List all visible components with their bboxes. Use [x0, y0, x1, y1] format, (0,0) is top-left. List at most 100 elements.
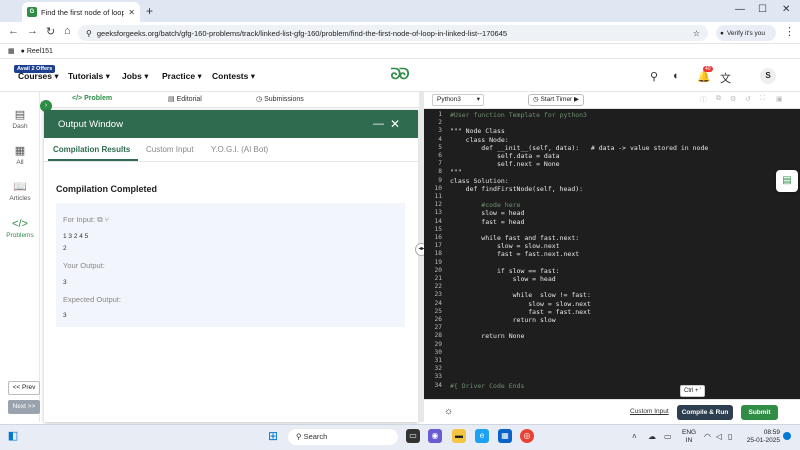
fullscreen-icon[interactable]: ⛶ — [760, 95, 765, 103]
code-line: slow = slow.next — [450, 242, 560, 251]
rail-item-all[interactable]: ▦ All — [0, 144, 40, 166]
verify-button[interactable]: ● Verify it's you — [716, 25, 776, 41]
bookmark-star-icon[interactable]: ☆ — [693, 29, 700, 38]
meet-icon[interactable]: ◉ — [428, 429, 442, 443]
tab-compilation-results[interactable]: Compilation Results — [53, 145, 130, 154]
code-line: class Node: — [450, 135, 509, 144]
nav-contests[interactable]: Contests ▾ — [212, 71, 255, 82]
language-select[interactable]: Python3 ▾ — [432, 94, 484, 106]
layout-icon[interactable]: ▣ — [776, 95, 783, 103]
wifi-icon[interactable]: ◠ — [704, 432, 711, 441]
copy-code-icon[interactable]: ⧉ — [716, 95, 721, 103]
line-number: 27 — [434, 324, 442, 332]
line-number: 11 — [434, 193, 442, 200]
tab-yogi-ai-bot[interactable]: Y.O.G.I. (AI Bot) — [211, 145, 268, 154]
store-icon[interactable]: ▦ — [498, 429, 512, 443]
home-icon[interactable]: ⌂ — [64, 25, 71, 37]
tab-editorial[interactable]: ▤ Editorial — [168, 95, 202, 103]
url-input[interactable]: ⚲ geeksforgeeks.org/batch/gfg-160-proble… — [78, 25, 708, 41]
nav-courses[interactable]: Courses ▾ — [18, 71, 59, 82]
tab-problem[interactable]: </> Problem — [72, 95, 112, 102]
start-timer-button[interactable]: ◷ Start Timer ▶ — [528, 94, 584, 106]
next-button[interactable]: Next >> — [8, 400, 40, 414]
input-line-1: 1 3 2 4 5 — [63, 233, 89, 240]
reset-icon[interactable]: ↺ — [745, 95, 751, 103]
notification-count: 40 — [703, 66, 713, 72]
desktop-widget-icon[interactable]: ◧ — [6, 429, 20, 443]
code-line: self.data = data — [450, 152, 560, 160]
compile-run-button[interactable]: Compile & Run — [677, 405, 733, 420]
clock-icon: ◷ — [532, 96, 539, 103]
line-number: 8 — [438, 168, 442, 176]
verify-label: Verify it's you — [726, 29, 766, 37]
gfg-logo[interactable]: ᘐᘐ — [382, 66, 416, 84]
windows-start-icon[interactable]: ⊞ — [266, 429, 280, 443]
branch-icon[interactable]: ⑂ — [105, 215, 110, 224]
copy-icon[interactable]: ⧉ — [97, 215, 102, 224]
rail-item-dash[interactable]: ▤ Dash — [0, 108, 40, 130]
submit-button[interactable]: Submit — [741, 405, 778, 420]
nav-tutorials[interactable]: Tutorials ▾ — [68, 71, 110, 82]
language-icon[interactable]: 文 — [720, 70, 731, 86]
line-number: 5 — [438, 143, 442, 151]
theme-toggle-icon[interactable]: ☼ — [444, 406, 453, 417]
chevron-up-icon[interactable]: ˄ — [632, 432, 637, 441]
nav-jobs[interactable]: Jobs ▾ — [122, 71, 148, 82]
task-view-icon[interactable]: ▭ — [406, 429, 420, 443]
code-line: def __init__(self, data): # data -> valu… — [450, 143, 709, 152]
avatar[interactable]: S — [760, 68, 776, 84]
maximize-window-icon[interactable]: ☐ — [758, 4, 767, 15]
line-number: 4 — [438, 135, 442, 143]
edge-icon[interactable]: e — [475, 429, 489, 443]
file-explorer-icon[interactable]: ▬ — [452, 429, 466, 443]
line-number: 26 — [434, 316, 442, 323]
taskbar-search[interactable]: ⚲ Search — [288, 429, 398, 445]
clock[interactable]: 08:59 25-01-2025 — [744, 429, 780, 445]
cloud-icon[interactable]: ☁ — [648, 432, 656, 441]
custom-input-link[interactable]: Custom Input — [630, 408, 669, 415]
more-menu-icon[interactable]: ⋮ — [784, 25, 795, 38]
chat-icon[interactable]: ▤ — [776, 170, 798, 192]
volume-icon[interactable]: ◁ — [716, 432, 722, 441]
settings-icon[interactable]: ⚙ — [730, 95, 736, 103]
battery-icon[interactable]: ▭ — [664, 432, 672, 441]
line-number: 22 — [434, 283, 442, 291]
prev-button[interactable]: << Prev — [8, 381, 40, 395]
code-line: #User function Template for python3 — [450, 111, 587, 119]
info-icon[interactable]: ⓘ — [700, 95, 707, 105]
language-indicator[interactable]: ENG IN — [682, 429, 696, 445]
tab-custom-input[interactable]: Custom Input — [146, 145, 194, 154]
close-window-icon[interactable]: ✕ — [782, 4, 790, 15]
line-number: 33 — [434, 373, 442, 381]
line-number: 9 — [438, 176, 442, 184]
tab-submissions[interactable]: ◷ Submissions — [256, 95, 304, 103]
reload-icon[interactable]: ↻ — [46, 25, 55, 38]
line-number: 3 — [438, 127, 442, 135]
line-number: 7 — [438, 160, 442, 168]
chrome-icon[interactable]: ◎ — [520, 429, 534, 443]
close-tab-icon[interactable]: ✕ — [128, 8, 135, 17]
line-number: 1 — [438, 111, 442, 118]
close-icon[interactable]: ✕ — [390, 117, 400, 131]
site-info-icon[interactable]: ⚲ — [86, 29, 92, 38]
expected-output-label: Expected Output: — [63, 295, 121, 304]
chevron-down-icon: ▾ — [476, 96, 480, 103]
search-icon[interactable]: ⚲ — [650, 70, 658, 83]
notification-dot-icon[interactable] — [783, 432, 791, 440]
minimize-window-icon[interactable]: — — [735, 4, 745, 15]
browser-tab[interactable]: G Find the first node of loop in li ✕ — [22, 2, 140, 22]
rail-item-articles[interactable]: 📖 Articles — [0, 180, 40, 202]
bookmarks-bar: ▦ ● Reel151 — [0, 44, 800, 59]
bookmark-item[interactable]: ● Reel151 — [21, 48, 53, 55]
minimize-icon[interactable]: — — [373, 118, 384, 130]
rail-item-problems[interactable]: </> Problems — [0, 218, 40, 239]
battery-status-icon[interactable]: ▯ — [728, 432, 732, 441]
back-icon[interactable]: ← — [8, 25, 19, 37]
new-tab-button[interactable]: + — [146, 4, 153, 18]
apps-grid-icon[interactable]: ▦ — [8, 47, 15, 55]
forward-icon[interactable]: → — [27, 25, 38, 37]
dark-mode-icon[interactable]: ◐ — [673, 70, 680, 82]
play-icon: ▶ — [574, 96, 580, 103]
code-line: slow = head — [450, 209, 525, 218]
nav-practice[interactable]: Practice ▾ — [162, 71, 202, 82]
